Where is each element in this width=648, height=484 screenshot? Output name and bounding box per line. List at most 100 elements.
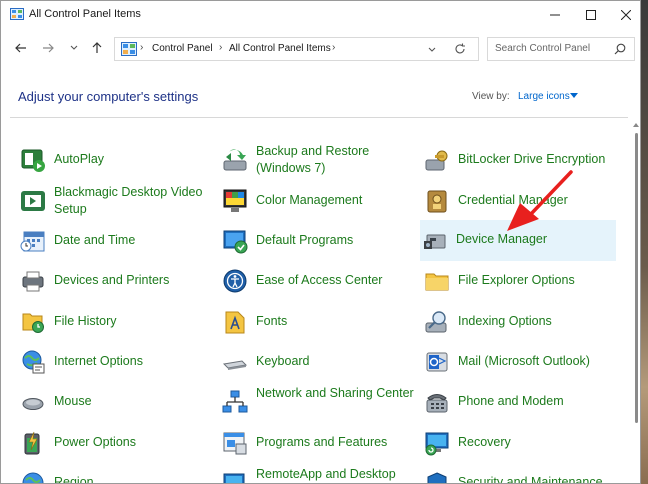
cp-item-label: Mouse: [54, 394, 92, 408]
cp-item-device-manager[interactable]: Device Manager: [420, 220, 616, 261]
color-management-icon: [223, 189, 247, 212]
control-panel-window: All Control Panel Items › Control Panel …: [0, 0, 641, 484]
cp-item-label: Backup and Restore (Windows 7): [256, 144, 370, 175]
cp-item-ease-of-access[interactable]: Ease of Access Center: [220, 261, 416, 301]
cp-item-label: Indexing Options: [458, 314, 552, 328]
cp-item-mouse[interactable]: Mouse: [18, 382, 214, 422]
default-programs-icon: [223, 230, 248, 254]
cp-item-region[interactable]: Region: [18, 463, 214, 484]
internet-options-icon: [22, 350, 45, 374]
back-button[interactable]: [12, 39, 30, 57]
keyboard-icon: [222, 360, 248, 370]
search-placeholder: Search Control Panel: [495, 43, 591, 54]
cp-item-label: Ease of Access Center: [256, 273, 383, 287]
cp-item-backup-restore[interactable]: Backup and Restore (Windows 7): [220, 140, 416, 180]
refresh-icon[interactable]: [454, 43, 466, 55]
network-sharing-icon: [222, 390, 248, 413]
breadcrumb-control-panel[interactable]: Control Panel: [152, 43, 213, 54]
ease-of-access-icon: [223, 269, 247, 293]
scrollbar-thumb[interactable]: [635, 133, 638, 423]
chevron-right-icon: ›: [219, 42, 223, 53]
autoplay-icon: [21, 149, 45, 172]
indexing-options-icon: [425, 311, 447, 333]
cp-item-programs-features[interactable]: Programs and Features: [220, 423, 416, 463]
maximize-button[interactable]: [573, 1, 609, 29]
control-panel-icon: [10, 8, 24, 20]
cp-item-blackmagic[interactable]: Blackmagic Desktop Video Setup: [18, 181, 214, 221]
cp-item-label: Date and Time: [54, 233, 136, 247]
cp-item-bitlocker[interactable]: BitLocker Drive Encryption: [422, 140, 618, 180]
cp-item-label: Mail (Microsoft Outlook): [458, 354, 590, 368]
cp-item-label: Fonts: [256, 314, 288, 328]
cp-item-remoteapp[interactable]: RemoteApp and Desktop: [220, 463, 416, 483]
cp-item-label: Phone and Modem: [458, 394, 564, 408]
cp-item-color-management[interactable]: Color Management: [220, 181, 416, 221]
cp-item-label: Programs and Features: [256, 435, 388, 449]
cp-item-credential-manager[interactable]: Credential Manager: [422, 181, 618, 221]
up-arrow-icon: [92, 42, 102, 53]
window-title: All Control Panel Items: [29, 8, 141, 20]
programs-features-icon: [223, 432, 247, 455]
page-title: Adjust your computer's settings: [18, 89, 199, 104]
cp-item-default-programs[interactable]: Default Programs: [220, 221, 416, 261]
breadcrumb-all-items[interactable]: All Control Panel Items: [229, 43, 331, 54]
cp-item-file-history[interactable]: File History: [18, 302, 214, 342]
cp-item-label: File History: [54, 314, 117, 328]
forward-arrow-icon: [43, 43, 54, 53]
phone-modem-icon: [426, 394, 448, 413]
cp-item-label: BitLocker Drive Encryption: [458, 152, 606, 166]
cp-item-network-sharing[interactable]: Network and Sharing Center: [220, 382, 416, 422]
minimize-button[interactable]: [537, 1, 573, 29]
device-manager-icon: [424, 234, 446, 249]
cp-item-label: Power Options: [54, 435, 136, 449]
date-time-icon: [20, 231, 45, 252]
cp-item-phone-modem[interactable]: Phone and Modem: [422, 382, 618, 422]
cp-item-devices-printers[interactable]: Devices and Printers: [18, 261, 214, 301]
cp-item-mail[interactable]: Mail (Microsoft Outlook): [422, 342, 618, 382]
up-button[interactable]: [88, 39, 106, 57]
caret-down-icon[interactable]: [570, 93, 578, 99]
search-box[interactable]: Search Control Panel: [487, 37, 635, 61]
forward-button[interactable]: [39, 39, 57, 57]
cp-item-indexing-options[interactable]: Indexing Options: [422, 302, 618, 342]
remoteapp-icon: [223, 473, 245, 483]
recovery-icon: [425, 432, 449, 456]
file-history-icon: [22, 313, 44, 333]
cp-item-power-options[interactable]: Power Options: [18, 423, 214, 463]
cp-item-label: File Explorer Options: [458, 273, 575, 287]
scroll-up-icon[interactable]: [633, 122, 639, 127]
view-by-dropdown[interactable]: Large icons: [518, 91, 570, 102]
cp-item-internet-options[interactable]: Internet Options: [18, 342, 214, 382]
back-arrow-icon: [15, 43, 26, 53]
blackmagic-icon: [21, 191, 45, 211]
cp-item-label: Device Manager: [456, 232, 548, 246]
cp-item-autoplay[interactable]: AutoPlay: [18, 140, 214, 180]
cp-item-recovery[interactable]: Recovery: [422, 423, 618, 463]
cp-item-label: AutoPlay: [54, 152, 105, 166]
mouse-icon: [22, 398, 44, 410]
cp-item-file-explorer-options[interactable]: File Explorer Options: [422, 261, 618, 301]
cp-item-label: Keyboard: [256, 354, 310, 368]
chevron-right-icon: ›: [332, 42, 336, 53]
cp-item-label: Internet Options: [54, 354, 143, 368]
recent-locations-button[interactable]: [65, 39, 83, 57]
cp-item-date-time[interactable]: Date and Time: [18, 221, 214, 261]
close-button[interactable]: [608, 1, 640, 29]
bitlocker-icon: [425, 150, 448, 171]
power-options-icon: [24, 431, 40, 455]
cp-item-label: Recovery: [458, 435, 511, 449]
cp-item-label: Region: [54, 475, 94, 484]
address-dropdown-icon[interactable]: [428, 47, 436, 53]
cp-item-label: Credential Manager: [458, 193, 568, 207]
cp-item-label: Default Programs: [256, 233, 354, 247]
title-bar[interactable]: All Control Panel Items: [1, 1, 640, 29]
cp-item-label: RemoteApp and Desktop: [256, 467, 396, 481]
credential-manager-icon: [427, 190, 447, 213]
cp-item-keyboard[interactable]: Keyboard: [220, 342, 416, 382]
maximize-icon: [586, 10, 596, 20]
address-bar[interactable]: › Control Panel › All Control Panel Item…: [114, 37, 479, 61]
cp-item-fonts[interactable]: Fonts: [220, 302, 416, 342]
search-icon[interactable]: [614, 43, 626, 55]
fonts-icon: [225, 311, 245, 334]
cp-item-security-maintenance[interactable]: Security and Maintenance: [422, 463, 618, 483]
